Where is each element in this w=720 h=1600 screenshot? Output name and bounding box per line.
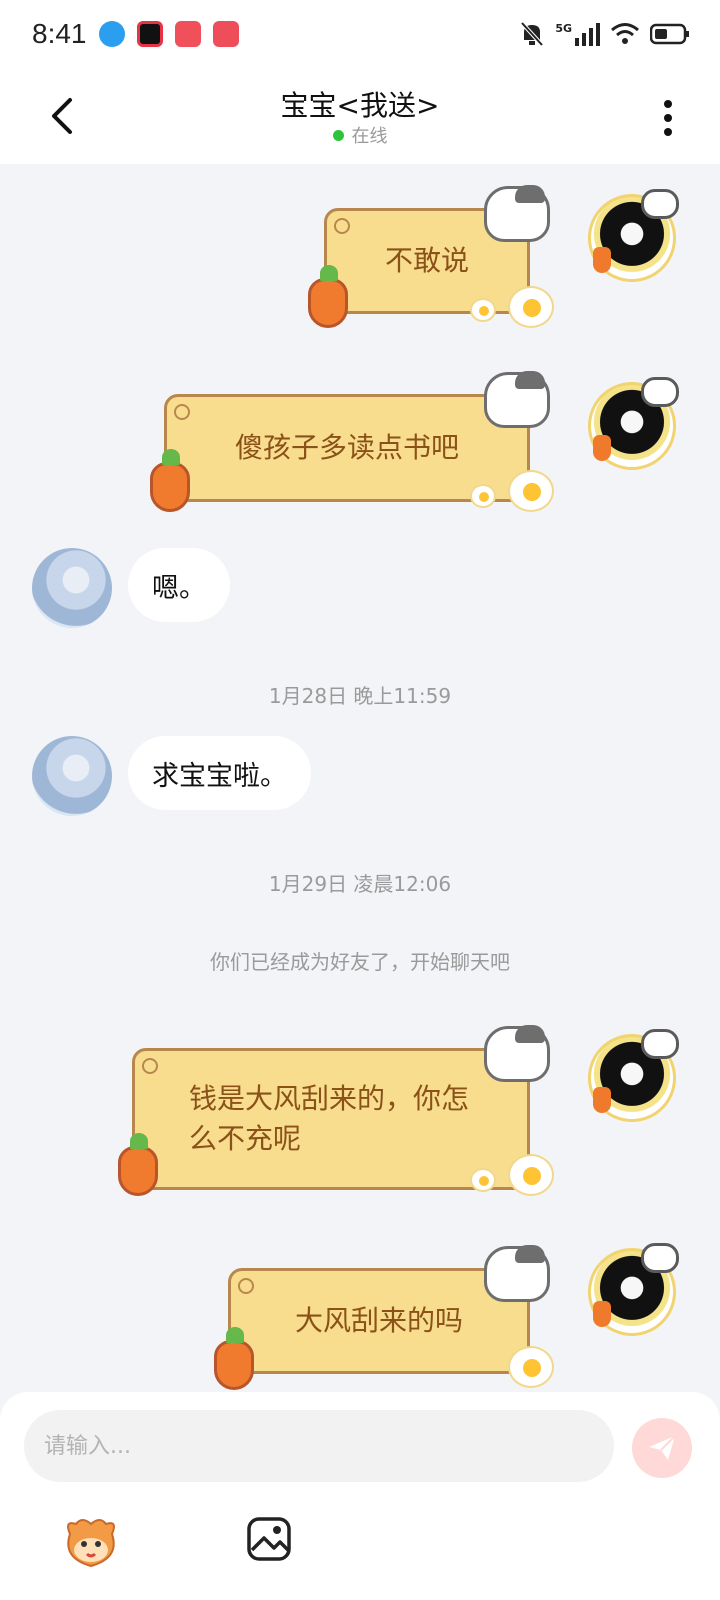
contact-name: 宝宝<我送> — [280, 89, 440, 122]
pin-icon — [334, 218, 350, 234]
send-icon — [649, 1435, 676, 1460]
red-shopping-app-icon — [174, 21, 201, 47]
message-bubble[interactable]: 嗯。 — [128, 548, 230, 622]
egg-sticker-icon — [508, 1346, 554, 1388]
carrot-sticker-icon — [214, 1327, 254, 1390]
battery-icon — [650, 23, 689, 45]
chat-header: 宝宝<我送> 在线 — [0, 68, 720, 164]
online-dot-icon — [332, 130, 344, 141]
image-picker-icon[interactable] — [246, 1516, 292, 1562]
cat-sticker-icon — [484, 185, 550, 242]
pin-icon — [238, 1278, 254, 1294]
message-list[interactable]: 不敢说 傻孩子多读点书吧 嗯。 1月28日 晚上11:59 求宝宝啦。 1月29… — [0, 164, 720, 1392]
status-bar: 8:41 5G — [0, 0, 720, 68]
carrot-sticker-icon — [308, 265, 348, 328]
message-bubble[interactable]: 傻孩子多读点书吧 — [0, 354, 720, 534]
pin-icon — [174, 404, 190, 420]
egg-sticker-icon — [508, 286, 554, 328]
blue-app-icon — [98, 21, 125, 47]
more-options-icon[interactable] — [656, 96, 680, 140]
timestamp: 1月29日 凌晨12:06 — [268, 872, 452, 896]
message-bubble[interactable]: 求宝宝啦。 — [128, 736, 311, 810]
pin-icon — [142, 1058, 158, 1074]
message-bubble[interactable]: 钱是大风刮来的，你怎么不充呢 — [0, 1010, 720, 1210]
status-time: 8:41 — [32, 18, 87, 49]
contact-avatar[interactable] — [32, 736, 112, 816]
message-input[interactable] — [24, 1410, 614, 1482]
signal-icon — [575, 23, 600, 46]
carrot-sticker-icon — [150, 449, 190, 512]
message-text: 钱是大风刮来的，你怎么不充呢 — [132, 1048, 530, 1190]
input-panel — [0, 1392, 720, 1600]
egg-small-icon — [470, 484, 496, 508]
timestamp: 1月28日 晚上11:59 — [268, 684, 452, 708]
egg-small-icon — [470, 1168, 496, 1192]
system-note: 你们已经成为好友了，开始聊天吧 — [210, 950, 510, 974]
message-bubble[interactable]: 不敢说 — [0, 164, 720, 344]
message-bubble[interactable]: 大风刮来的吗 — [0, 1230, 720, 1392]
cat-sticker-icon — [484, 1025, 550, 1082]
status-right: 5G — [519, 20, 690, 48]
cat-sticker-icon — [484, 371, 550, 428]
contact-avatar[interactable] — [32, 548, 112, 628]
egg-small-icon — [470, 298, 496, 322]
red-book-app-icon — [212, 21, 239, 47]
emoji-sticker-icon[interactable] — [60, 1514, 122, 1570]
cat-sticker-icon — [484, 1245, 550, 1302]
send-button[interactable] — [632, 1418, 692, 1478]
mute-bell-icon — [520, 21, 544, 47]
wifi-icon — [611, 23, 639, 44]
online-status: 在线 — [0, 122, 720, 148]
egg-sticker-icon — [508, 1154, 554, 1196]
egg-sticker-icon — [508, 470, 554, 512]
network-type: 5G — [555, 21, 572, 35]
carrot-sticker-icon — [118, 1133, 158, 1196]
red-camera-app-icon — [136, 21, 163, 47]
online-label: 在线 — [351, 126, 388, 147]
